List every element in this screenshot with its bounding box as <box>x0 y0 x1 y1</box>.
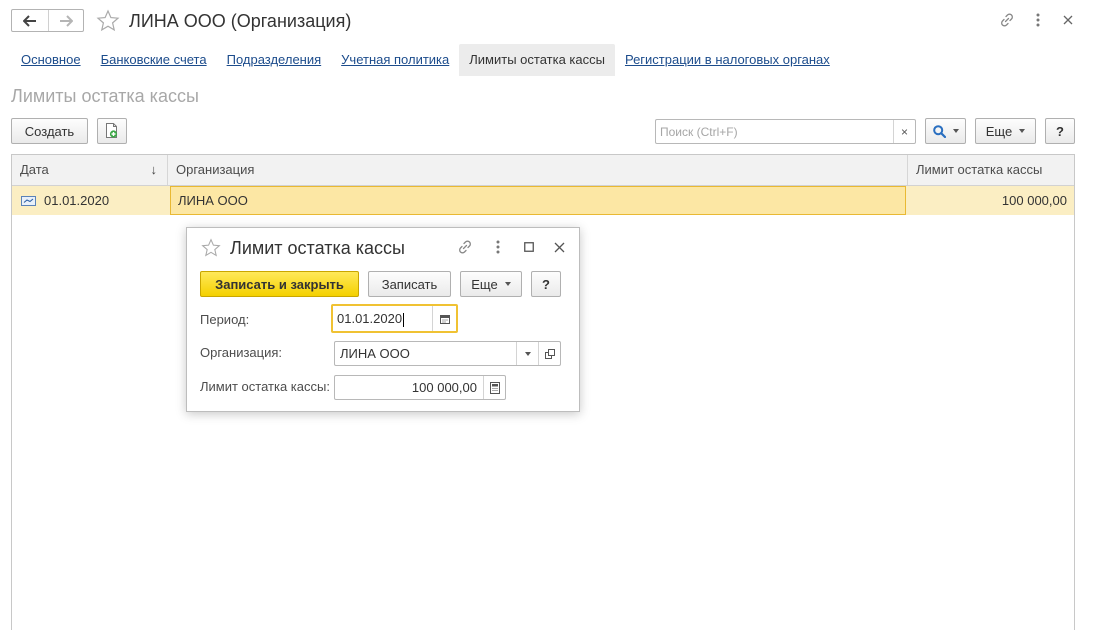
period-label: Период: <box>200 312 250 327</box>
more-vertical-icon[interactable] <box>1028 10 1048 30</box>
cell-date: 01.01.2020 <box>44 193 110 208</box>
column-header-limit[interactable]: Лимит остатка кассы <box>907 155 1074 185</box>
close-icon[interactable] <box>549 237 569 257</box>
create-button[interactable]: Создать <box>11 118 88 144</box>
tab-osnovnoe[interactable]: Основное <box>11 44 91 76</box>
calculator-button[interactable] <box>483 376 505 399</box>
save-button[interactable]: Записать <box>368 271 451 297</box>
arrow-right-icon <box>59 14 73 27</box>
save-and-close-button[interactable]: Записать и закрыть <box>200 271 359 297</box>
chevron-down-icon <box>1019 129 1026 133</box>
search-input[interactable] <box>656 120 893 143</box>
chevron-down-icon <box>952 129 959 133</box>
column-header-date[interactable]: Дата ↓ <box>12 155 167 185</box>
page-title: ЛИНА ООО (Организация) <box>129 11 352 31</box>
search-clear-button[interactable]: × <box>893 120 915 143</box>
dialog-title: Лимит остатка кассы <box>230 238 405 258</box>
organization-open-button[interactable] <box>538 342 560 365</box>
table-header: Дата ↓ Организация Лимит остатка кассы <box>12 155 1074 186</box>
more-button[interactable]: Еще <box>975 118 1036 144</box>
tab-divisions[interactable]: Подразделения <box>217 44 332 76</box>
table-row[interactable]: 01.01.2020 ЛИНА ООО 100 000,00 <box>12 186 1074 215</box>
search-field: × <box>655 119 916 144</box>
dialog-help-button[interactable]: ? <box>531 271 561 297</box>
organization-dropdown-button[interactable] <box>516 342 538 365</box>
star-icon[interactable] <box>201 238 221 258</box>
section-title: Лимиты остатка кассы <box>11 86 199 106</box>
chevron-down-icon <box>504 282 511 286</box>
more-button-label: Еще <box>985 123 1013 139</box>
text-cursor <box>403 312 405 327</box>
cell-organization[interactable]: ЛИНА ООО <box>170 186 906 215</box>
search-icon <box>932 124 946 138</box>
tab-cash-limits[interactable]: Лимиты остатка кассы <box>459 44 615 76</box>
limit-label: Лимит остатка кассы: <box>200 379 330 394</box>
open-window-icon <box>544 348 555 359</box>
link-icon[interactable] <box>997 10 1017 30</box>
calendar-icon <box>439 314 450 324</box>
navigation-buttons <box>11 9 84 32</box>
help-button[interactable]: ? <box>1045 118 1075 144</box>
dialog-more-label: Еще <box>471 276 498 292</box>
cash-limit-dialog: Лимит остатка кассы Записать и закрыть З… <box>186 227 580 412</box>
back-button[interactable] <box>12 10 48 31</box>
copy-button[interactable] <box>97 118 127 144</box>
maximize-icon[interactable] <box>519 237 539 257</box>
organization-field[interactable]: ЛИНА ООО <box>334 341 561 366</box>
copy-document-icon <box>106 123 118 138</box>
tab-accounting-policy[interactable]: Учетная политика <box>331 44 459 76</box>
star-icon[interactable] <box>96 9 120 33</box>
sort-down-icon: ↓ <box>150 162 158 177</box>
calendar-button[interactable] <box>432 306 456 331</box>
period-field[interactable]: 01.01.2020 <box>331 304 458 333</box>
limit-field[interactable]: 100 000,00 <box>334 375 506 400</box>
tab-bank-accounts[interactable]: Банковские счета <box>91 44 217 76</box>
tab-tax-registrations[interactable]: Регистрации в налоговых органах <box>615 44 840 76</box>
link-icon[interactable] <box>455 237 475 257</box>
period-value: 01.01.2020 <box>337 311 403 326</box>
calculator-icon <box>489 381 500 394</box>
form-tabs: Основное Банковские счета Подразделения … <box>11 44 840 76</box>
dialog-more-button[interactable]: Еще <box>460 271 522 297</box>
organization-label: Организация: <box>200 345 283 360</box>
close-icon[interactable] <box>1058 10 1078 30</box>
record-icon <box>21 196 36 206</box>
limit-value: 100 000,00 <box>411 380 477 395</box>
arrow-left-icon <box>22 14 36 27</box>
forward-button[interactable] <box>47 10 84 31</box>
more-vertical-icon[interactable] <box>488 237 508 257</box>
chevron-down-icon <box>524 351 531 356</box>
organization-value: ЛИНА ООО <box>340 346 410 361</box>
column-header-label: Дата <box>20 162 49 177</box>
search-options-button[interactable] <box>925 118 966 144</box>
cell-limit: 100 000,00 <box>1001 193 1067 208</box>
column-header-organization[interactable]: Организация <box>167 155 907 185</box>
